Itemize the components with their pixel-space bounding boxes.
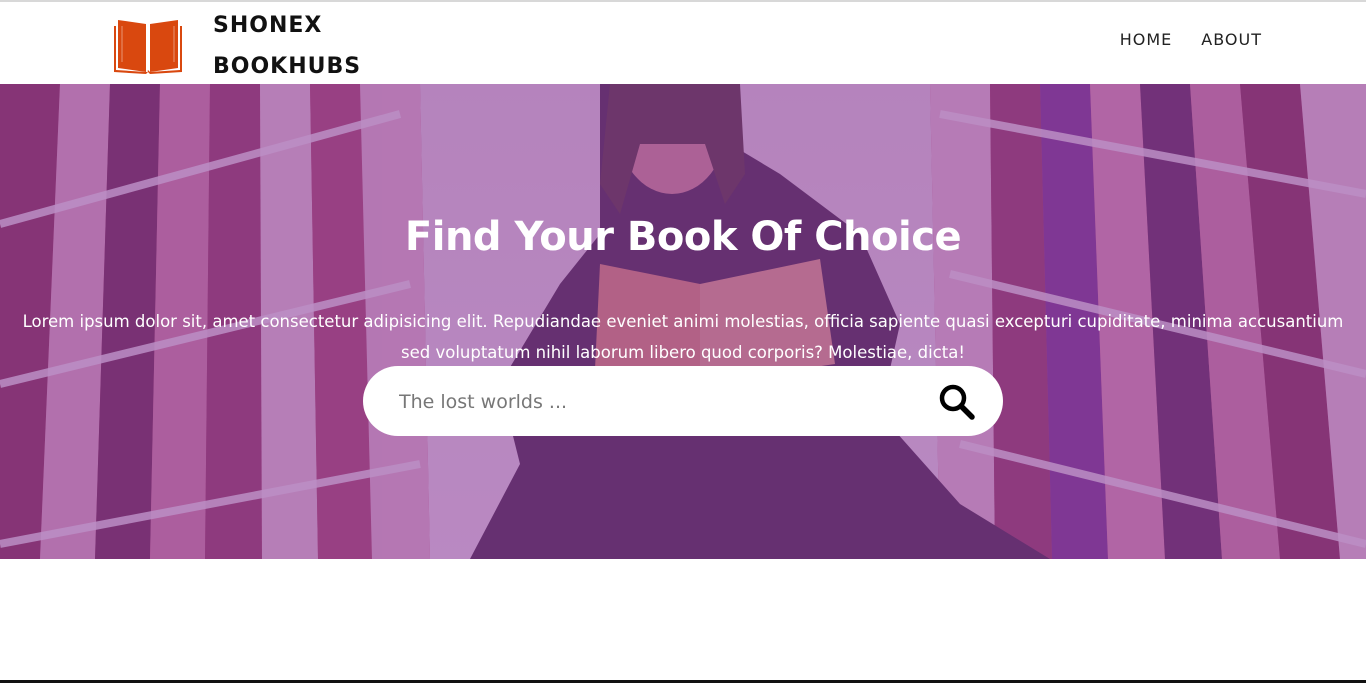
search-bar xyxy=(363,366,1003,436)
search-input[interactable] xyxy=(397,383,901,421)
navbar: SHONEX BOOKHUBS HOME ABOUT xyxy=(0,2,1366,84)
nav-home-link[interactable]: HOME xyxy=(1120,30,1173,49)
hero-title: Find Your Book Of Choice xyxy=(404,214,962,260)
brand-line-1: SHONEX xyxy=(213,13,323,38)
search-icon[interactable] xyxy=(937,382,977,422)
hero-banner: Find Your Book Of Choice Lorem ipsum dol… xyxy=(0,84,1366,559)
open-book-icon[interactable] xyxy=(114,14,182,74)
hero-description: Lorem ipsum dolor sit, amet consectetur … xyxy=(22,312,1344,362)
brand-name[interactable]: SHONEX BOOKHUBS xyxy=(213,5,361,87)
brand-line-2: BOOKHUBS xyxy=(213,54,362,79)
nav-about-link[interactable]: ABOUT xyxy=(1201,30,1262,49)
main-nav: HOME ABOUT xyxy=(1120,30,1262,49)
